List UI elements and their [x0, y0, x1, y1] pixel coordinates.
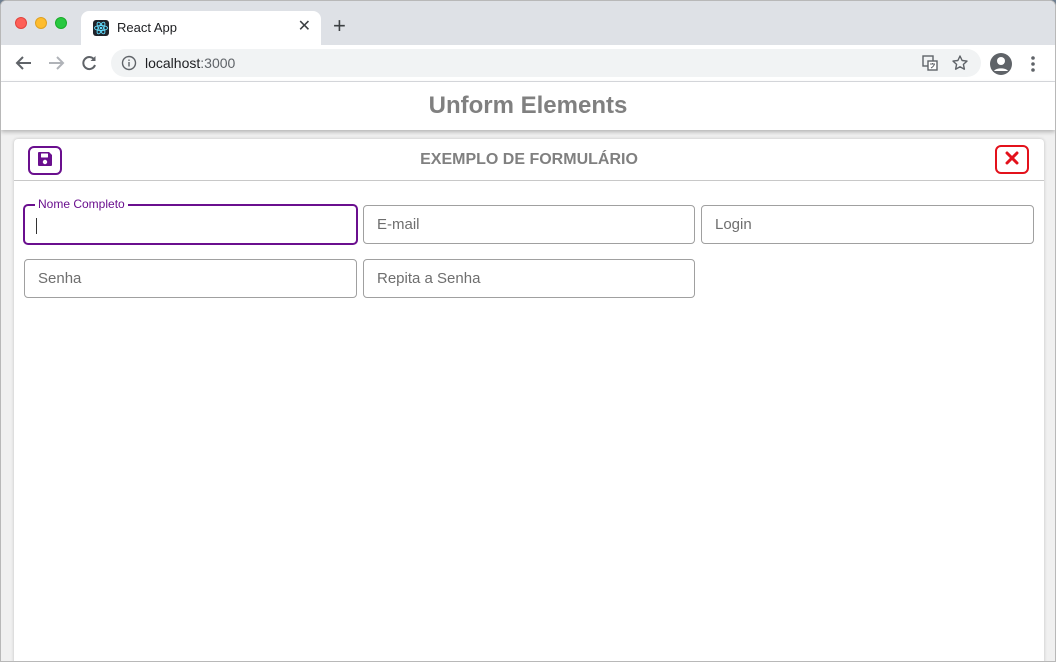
browser-menu-icon[interactable] [1027, 53, 1039, 75]
nome-completo-input[interactable] [25, 206, 356, 243]
browser-toolbar: localhost:3000 [1, 45, 1055, 82]
login-input[interactable] [702, 206, 1033, 243]
maximize-window-button[interactable] [55, 17, 67, 29]
close-form-button[interactable] [995, 145, 1029, 174]
senha-input[interactable] [25, 260, 356, 297]
senha-field [24, 259, 357, 298]
email-field [363, 205, 695, 244]
form-header: EXEMPLO DE FORMULÁRIO [14, 139, 1044, 181]
form-title: EXEMPLO DE FORMULÁRIO [420, 151, 638, 168]
save-icon [36, 150, 54, 171]
email-input[interactable] [364, 206, 694, 243]
back-arrow-icon[interactable] [13, 52, 35, 74]
tab-title: React App [117, 20, 177, 35]
nome-completo-label: Nome Completo [35, 197, 128, 211]
tab-react-app[interactable]: React App ✕ [81, 11, 321, 45]
address-bar[interactable]: localhost:3000 [111, 49, 981, 77]
info-icon[interactable] [121, 55, 137, 71]
url-host: localhost [145, 55, 201, 71]
login-field [701, 205, 1034, 244]
form-card: EXEMPLO DE FORMULÁRIO Nome Completo [14, 139, 1044, 661]
page-title: Unform Elements [428, 92, 628, 119]
forward-arrow-icon[interactable] [45, 52, 67, 74]
reload-icon[interactable] [78, 52, 100, 74]
page-content: Unform Elements EXEMPLO DE FORMULÁRIO No… [1, 82, 1055, 661]
react-logo-icon [93, 20, 109, 36]
bookmark-star-icon[interactable] [951, 54, 969, 72]
close-icon [1004, 150, 1020, 169]
repita-senha-input[interactable] [364, 260, 694, 297]
nome-completo-field: Nome Completo [24, 197, 357, 244]
profile-avatar-icon[interactable] [989, 52, 1013, 76]
tab-close-icon[interactable]: ✕ [298, 18, 311, 36]
page-header: Unform Elements [1, 82, 1055, 130]
minimize-window-button[interactable] [35, 17, 47, 29]
browser-window: React App ✕ + localhost:3000 Unform Elem… [0, 0, 1056, 662]
close-window-button[interactable] [15, 17, 27, 29]
text-caret [36, 218, 37, 234]
url-port: :3000 [200, 55, 236, 71]
repita-senha-field [363, 259, 695, 298]
save-button[interactable] [28, 146, 62, 175]
translate-icon[interactable] [921, 54, 939, 72]
new-tab-button[interactable]: + [333, 15, 346, 37]
tab-strip: React App ✕ + [1, 1, 1055, 45]
url-text: localhost:3000 [145, 55, 235, 71]
